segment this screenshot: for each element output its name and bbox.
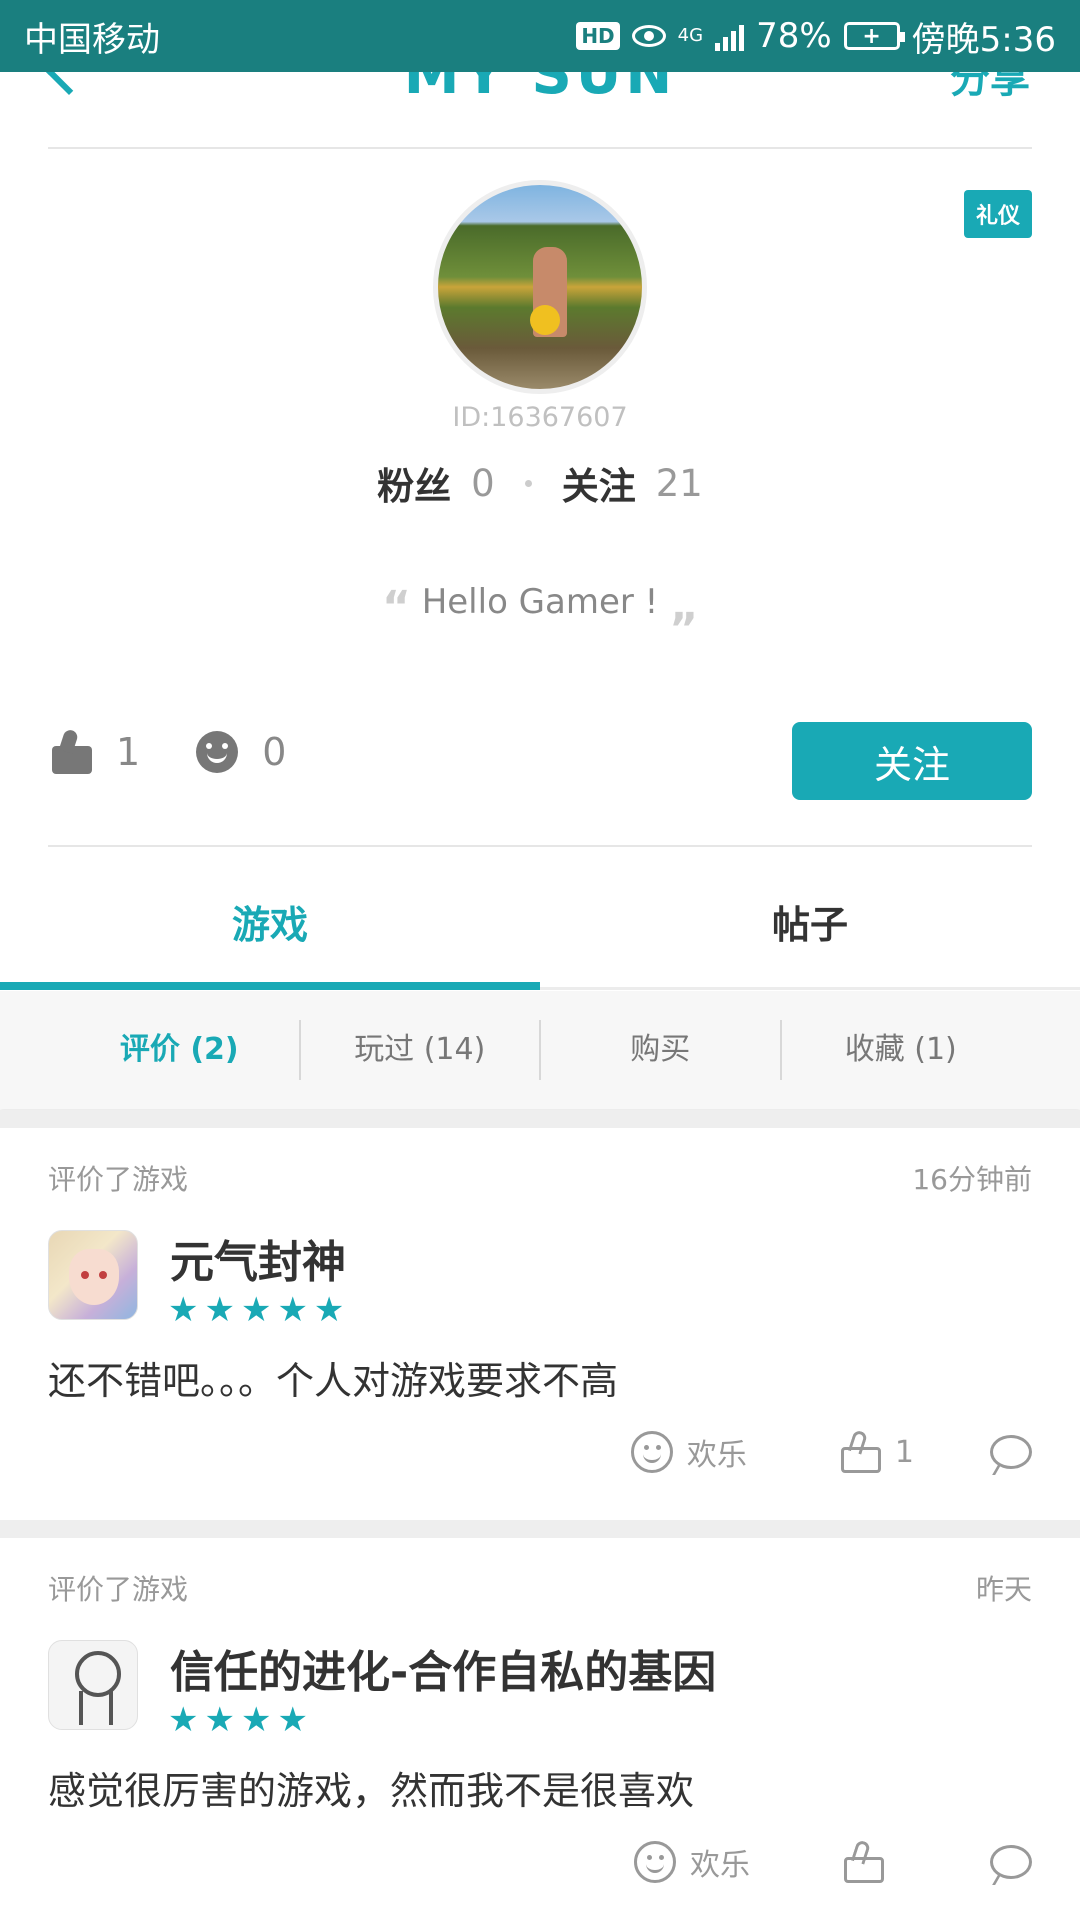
review-actions: 欢乐 1 <box>630 1429 1032 1474</box>
subtab-played[interactable]: 玩过 (14) <box>301 1020 541 1080</box>
main-tabs: 游戏 帖子 <box>0 864 1080 990</box>
mood-label: 欢乐 <box>686 1438 747 1473</box>
battery-percent: 78% <box>756 16 832 56</box>
fans-label[interactable]: 粉丝 <box>377 456 451 510</box>
comment-icon[interactable] <box>990 1845 1032 1879</box>
subtab-favorites[interactable]: 收藏 (1) <box>782 1020 1021 1080</box>
review-text: 还不错吧。。。个人对游戏要求不高 <box>48 1359 619 1403</box>
star-rating: ★★★★ <box>168 1700 314 1740</box>
carrier-label: 中国移动 <box>24 19 160 60</box>
section-separator <box>0 1110 1080 1128</box>
sub-tabs: 评价 (2) 玩过 (14) 购买 收藏 (1) <box>0 991 1080 1109</box>
profile-stats: 粉丝 0 关注 21 <box>0 456 1080 510</box>
mood-label: 欢乐 <box>690 1848 750 1883</box>
avatar[interactable] <box>433 180 647 394</box>
review-time: 昨天 <box>975 1573 1032 1606</box>
profile-divider <box>48 845 1032 847</box>
status-icons: HD 4G 78% + 傍晚5:36 <box>576 12 1056 61</box>
smile-icon[interactable] <box>630 1431 673 1473</box>
tab-games[interactable]: 游戏 <box>0 864 540 990</box>
network-type-label: 4G <box>677 25 704 46</box>
user-id: ID:16367607 <box>452 402 628 433</box>
review-meta: 评价了游戏 16分钟前 <box>48 1158 1032 1198</box>
review-likes-count: 1 <box>894 1434 914 1470</box>
game-name[interactable]: 信任的进化-合作自私的基因 <box>170 1636 716 1700</box>
following-count[interactable]: 21 <box>656 462 703 505</box>
subtab-reviews[interactable]: 评价 (2) <box>60 1020 301 1080</box>
smile-icon[interactable] <box>634 1841 676 1883</box>
share-button[interactable]: 分享 <box>950 72 1030 104</box>
stats-separator <box>524 479 532 487</box>
battery-icon: + <box>843 22 905 50</box>
clock: 傍晚5:36 <box>911 19 1056 60</box>
review-meta: 评价了游戏 昨天 <box>48 1568 1032 1608</box>
signal-icon <box>715 21 745 51</box>
page-title: MY SUN <box>403 72 677 107</box>
app-header: MY SUN 分享 <box>0 72 1080 148</box>
game-name[interactable]: 元气封神 <box>170 1226 346 1290</box>
tab-posts[interactable]: 帖子 <box>540 864 1080 987</box>
review-action: 评价了游戏 <box>48 1163 189 1196</box>
comment-icon[interactable] <box>990 1435 1032 1469</box>
profile-quote: “ Hello Gamer ! ” <box>0 582 1080 655</box>
etiquette-badge[interactable]: 礼仪 <box>963 190 1032 238</box>
following-label[interactable]: 关注 <box>562 456 636 510</box>
review-time: 16分钟前 <box>912 1163 1032 1196</box>
happy-count: 0 <box>262 730 287 774</box>
review-text: 感觉很厉害的游戏，然而我不是很喜欢 <box>48 1769 695 1813</box>
avatar-sunflower <box>530 305 560 335</box>
subtab-purchased[interactable]: 购买 <box>541 1020 782 1080</box>
quote-text: Hello Gamer ! <box>421 582 659 622</box>
review-card[interactable]: 评价了游戏 昨天 信任的进化-合作自私的基因 ★★★★ 感觉很厉害的游戏，然而我… <box>0 1538 1080 1920</box>
review-card[interactable]: 评价了游戏 16分钟前 元气封神 ★★★★★ 还不错吧。。。个人对游戏要求不高 … <box>0 1128 1080 1520</box>
card-separator <box>0 1520 1080 1538</box>
fans-count[interactable]: 0 <box>471 462 495 505</box>
hd-icon: HD <box>576 22 620 50</box>
smile-icon[interactable] <box>196 731 239 773</box>
eye-comfort-icon <box>631 25 666 47</box>
profile-reactions: 1 0 <box>52 728 287 774</box>
likes-count: 1 <box>116 730 141 774</box>
follow-button[interactable]: 关注 <box>792 722 1032 800</box>
game-icon[interactable] <box>48 1640 138 1730</box>
header-divider <box>48 147 1032 149</box>
close-quote-icon: ” <box>669 604 699 655</box>
star-rating: ★★★★★ <box>168 1290 351 1330</box>
game-icon[interactable] <box>48 1230 138 1320</box>
thumbs-up-icon[interactable] <box>844 1839 884 1883</box>
open-quote-icon: “ <box>381 582 411 633</box>
review-action: 评价了游戏 <box>48 1573 189 1606</box>
thumbs-up-icon[interactable] <box>52 728 92 774</box>
thumbs-up-icon[interactable] <box>840 1429 881 1473</box>
status-bar: 中国移动 HD 4G 78% + 傍晚5:36 <box>0 0 1080 72</box>
review-actions: 欢乐 <box>634 1839 1032 1884</box>
